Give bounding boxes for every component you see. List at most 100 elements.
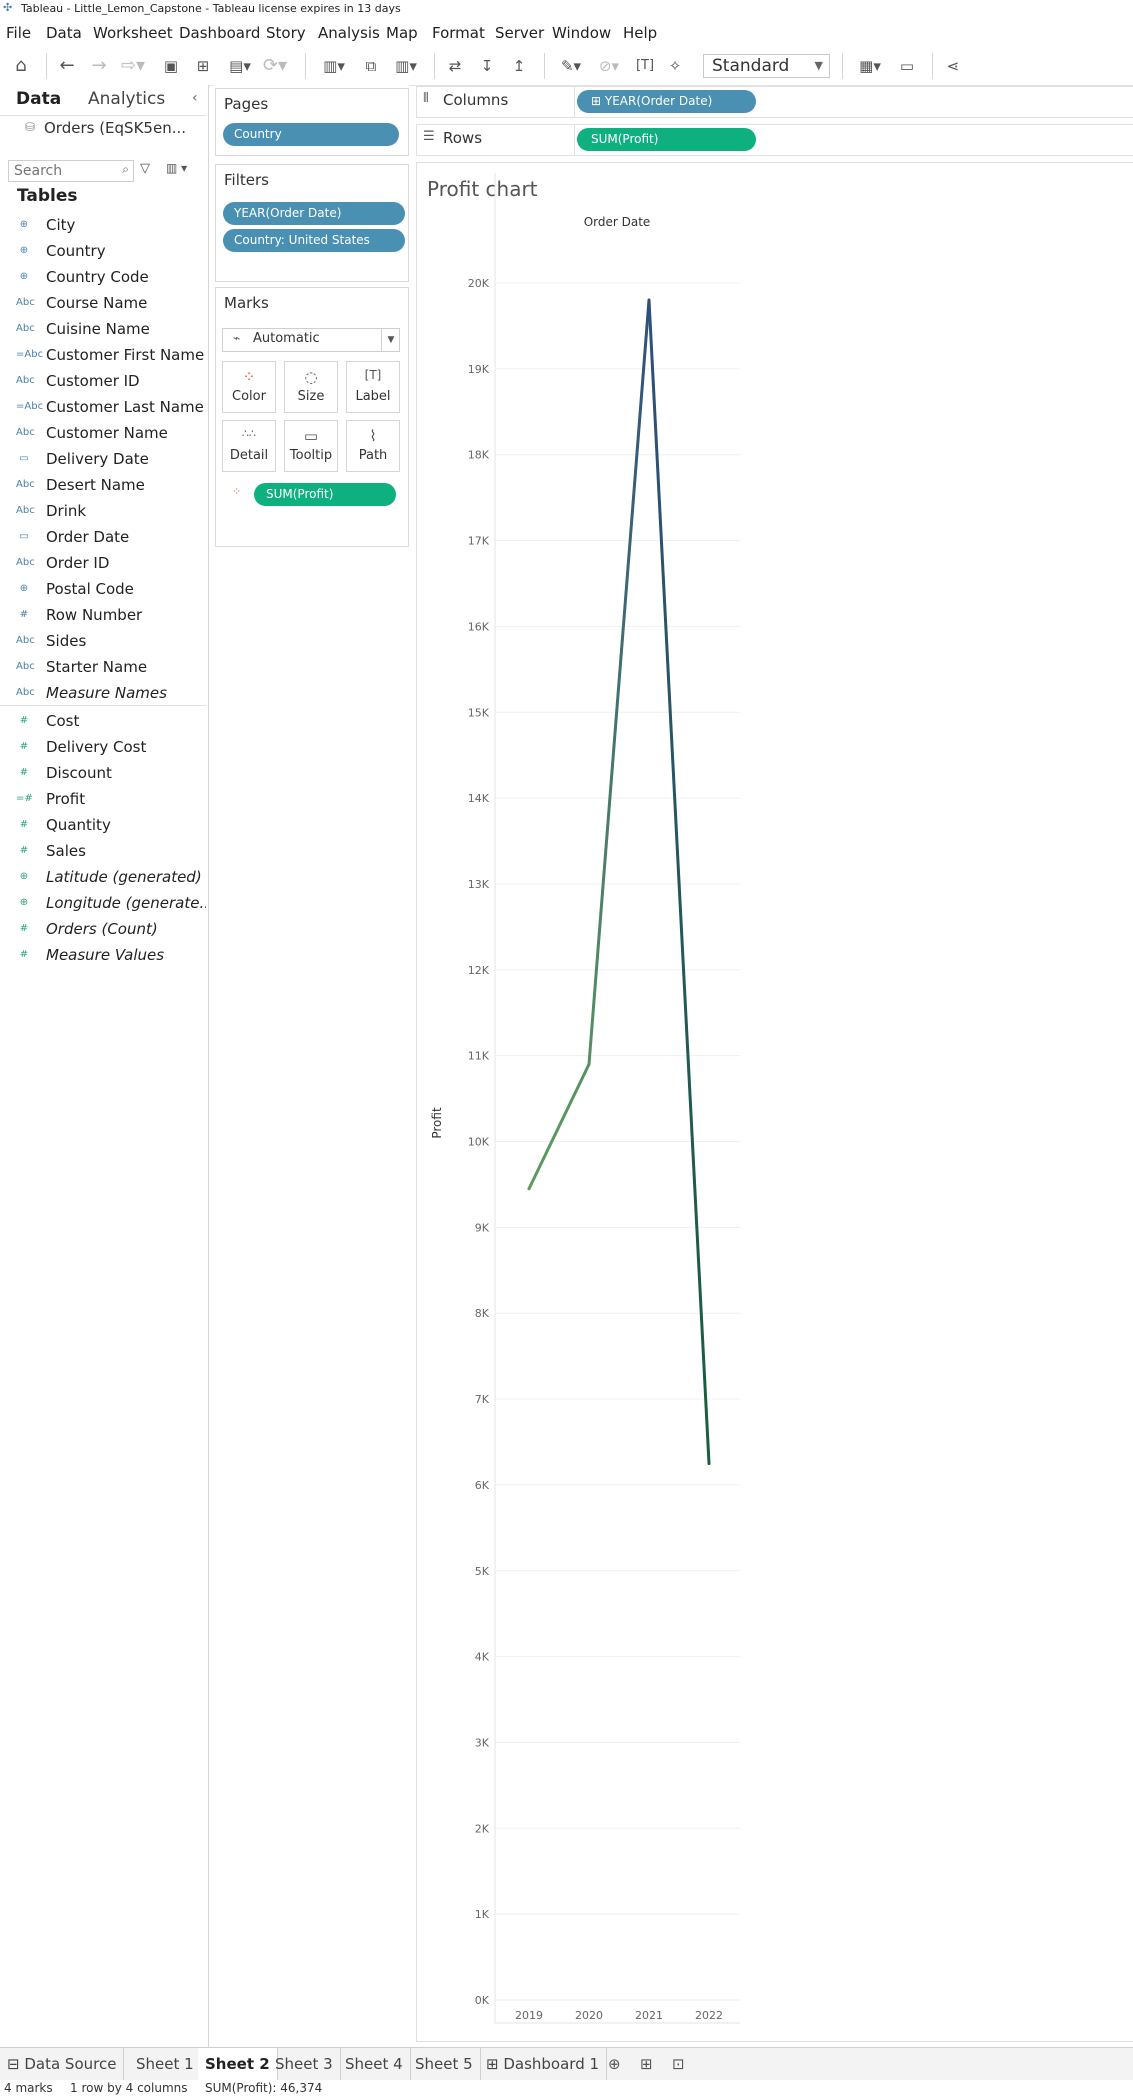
new-dashboard-tab-icon[interactable]: ⊞ — [640, 2055, 653, 2073]
tab-sheet-5[interactable]: Sheet 5 — [408, 2048, 481, 2081]
menu-story[interactable]: Story — [266, 19, 306, 47]
sort-descending-icon[interactable]: ↥ — [508, 55, 530, 77]
group-members-icon[interactable]: ⊘▾ — [594, 55, 624, 77]
new-story-tab-icon[interactable]: ⊡ — [672, 2055, 685, 2073]
marks-color-button[interactable]: ⁘ Color — [222, 361, 276, 413]
data-point[interactable] — [527, 1187, 531, 1191]
home-icon[interactable]: ⌂ — [10, 55, 32, 77]
sort-ascending-icon[interactable]: ↧ — [476, 55, 498, 77]
replay-icon[interactable]: ⇨▾ — [118, 55, 148, 77]
field-item[interactable]: =Abc Customer First Name — [0, 342, 206, 368]
tab-dashboard-1[interactable]: ⊞ Dashboard 1 — [479, 2048, 608, 2081]
pause-updates-icon[interactable]: ▤▾ — [222, 55, 258, 77]
marks-label-button[interactable]: [T] Label — [346, 361, 400, 413]
field-item[interactable]: # Quantity — [0, 812, 206, 838]
tab-sheet-3[interactable]: Sheet 3 — [268, 2048, 341, 2081]
profit-line-segment[interactable] — [527, 1062, 591, 1191]
marks-path-button[interactable]: ⌇ Path — [346, 420, 400, 472]
columns-pill[interactable]: ⊞ YEAR(Order Date) — [577, 90, 756, 113]
undo-icon[interactable]: ← — [56, 55, 78, 77]
search-input[interactable] — [12, 162, 112, 180]
redo-icon[interactable]: → — [88, 55, 110, 77]
marks-color-pill[interactable]: SUM(Profit) — [254, 483, 396, 506]
fix-axes-icon[interactable]: ✧ — [664, 55, 686, 77]
filter-fields-icon[interactable]: ▽ — [140, 161, 150, 176]
field-item[interactable]: Abc Order ID — [0, 550, 206, 576]
mark-type-select[interactable]: ⌁ Automatic ▼ — [222, 328, 400, 352]
field-item[interactable]: # Orders (Count) — [0, 916, 206, 942]
presentation-mode-icon[interactable]: ▭ — [896, 55, 918, 77]
menu-help[interactable]: Help — [623, 19, 657, 47]
field-item[interactable]: Abc Sides — [0, 628, 206, 654]
new-worksheet-icon[interactable]: ▥▾ — [316, 55, 352, 77]
menu-file[interactable]: File — [6, 19, 31, 47]
duplicate-sheet-icon[interactable]: ⧉ — [360, 55, 382, 77]
filter-pill-country[interactable]: Country: United States — [223, 229, 405, 252]
data-point[interactable] — [647, 298, 651, 302]
tab-sheet-1[interactable]: Sheet 1 — [129, 2048, 202, 2081]
data-point[interactable] — [587, 1062, 591, 1066]
filter-pill-year[interactable]: YEAR(Order Date) — [223, 202, 405, 225]
menu-analysis[interactable]: Analysis — [318, 19, 380, 47]
show-me-icon[interactable]: ▦▾ — [852, 55, 888, 77]
refresh-icon[interactable]: ⟳▾ — [262, 55, 288, 77]
field-item[interactable]: # Discount — [0, 760, 206, 786]
view-data-icon[interactable]: ▥ ▾ — [166, 161, 187, 175]
profit-line-segment[interactable] — [587, 298, 651, 1066]
field-item[interactable]: ⊕ Country — [0, 238, 206, 264]
marks-detail-button[interactable]: ∴∴ Detail — [222, 420, 276, 472]
collapse-pane-icon[interactable]: ‹ — [192, 90, 198, 106]
field-item[interactable]: ⊕ Country Code — [0, 264, 206, 290]
field-item[interactable]: Abc Cuisine Name — [0, 316, 206, 342]
new-datasource-icon[interactable]: ⊞ — [192, 55, 214, 77]
show-mark-labels-icon[interactable]: [T] — [634, 55, 656, 77]
field-item[interactable]: Abc Desert Name — [0, 472, 206, 498]
menu-data[interactable]: Data — [46, 19, 82, 47]
field-item[interactable]: =# Profit — [0, 786, 206, 812]
fit-select[interactable]: Standard ▼ — [703, 54, 830, 78]
new-worksheet-tab-icon[interactable]: ⊕ — [608, 2055, 621, 2073]
marks-tooltip-button[interactable]: ▭ Tooltip — [284, 420, 338, 472]
menu-map[interactable]: Map — [386, 19, 418, 47]
menu-worksheet[interactable]: Worksheet — [93, 19, 173, 47]
field-item[interactable]: Abc Customer ID — [0, 368, 206, 394]
field-item[interactable]: Abc Measure Names — [0, 680, 206, 706]
field-item[interactable]: Abc Starter Name — [0, 654, 206, 680]
field-item[interactable]: # Row Number — [0, 602, 206, 628]
pages-country-pill[interactable]: Country — [223, 123, 399, 146]
tab-sheet-4[interactable]: Sheet 4 — [338, 2048, 411, 2081]
field-item[interactable]: ⊕ Postal Code — [0, 576, 206, 602]
tab-analytics[interactable]: Analytics — [88, 87, 165, 111]
search-box[interactable]: ⌕ — [8, 160, 134, 182]
menu-window[interactable]: Window — [552, 19, 611, 47]
share-icon[interactable]: ⋖ — [942, 55, 964, 77]
field-item[interactable]: ⊕ Longitude (generate... — [0, 890, 206, 916]
field-item[interactable]: ⊕ Latitude (generated) — [0, 864, 206, 890]
clear-sheet-icon[interactable]: ▥▾ — [388, 55, 424, 77]
field-item[interactable]: # Measure Values — [0, 942, 206, 968]
datasource-name[interactable]: Orders (EqSK5en... — [44, 119, 186, 137]
tab-data-source[interactable]: ⊟ Data Source — [0, 2048, 125, 2081]
save-icon[interactable]: ▣ — [160, 55, 182, 77]
rows-pill[interactable]: SUM(Profit) — [577, 128, 756, 151]
data-point[interactable] — [707, 1461, 711, 1465]
field-item[interactable]: ⊕ City — [0, 212, 206, 238]
field-item[interactable]: ▭ Delivery Date — [0, 446, 206, 472]
menu-dashboard[interactable]: Dashboard — [179, 19, 260, 47]
field-item[interactable]: ▭ Order Date — [0, 524, 206, 550]
profit-line-chart[interactable]: Order Date Profit 0K 1K 2K 3K 4K 5K 6K 7K 8K 9K 10K 1… — [417, 163, 1133, 2041]
menu-server[interactable]: Server — [495, 19, 544, 47]
tab-data[interactable]: Data — [16, 87, 61, 111]
field-item[interactable]: Abc Drink — [0, 498, 206, 524]
field-item[interactable]: Abc Course Name — [0, 290, 206, 316]
marks-size-button[interactable]: ◌ Size — [284, 361, 338, 413]
field-item[interactable]: Abc Customer Name — [0, 420, 206, 446]
tab-sheet-2[interactable]: Sheet 2 — [198, 2048, 278, 2081]
field-item[interactable]: # Cost — [0, 708, 206, 734]
swap-rows-columns-icon[interactable]: ⇄ — [444, 55, 466, 77]
field-item[interactable]: =Abc Customer Last Name — [0, 394, 206, 420]
menu-format[interactable]: Format — [432, 19, 485, 47]
profit-line-segment[interactable] — [647, 298, 711, 1465]
field-item[interactable]: # Sales — [0, 838, 206, 864]
field-item[interactable]: # Delivery Cost — [0, 734, 206, 760]
